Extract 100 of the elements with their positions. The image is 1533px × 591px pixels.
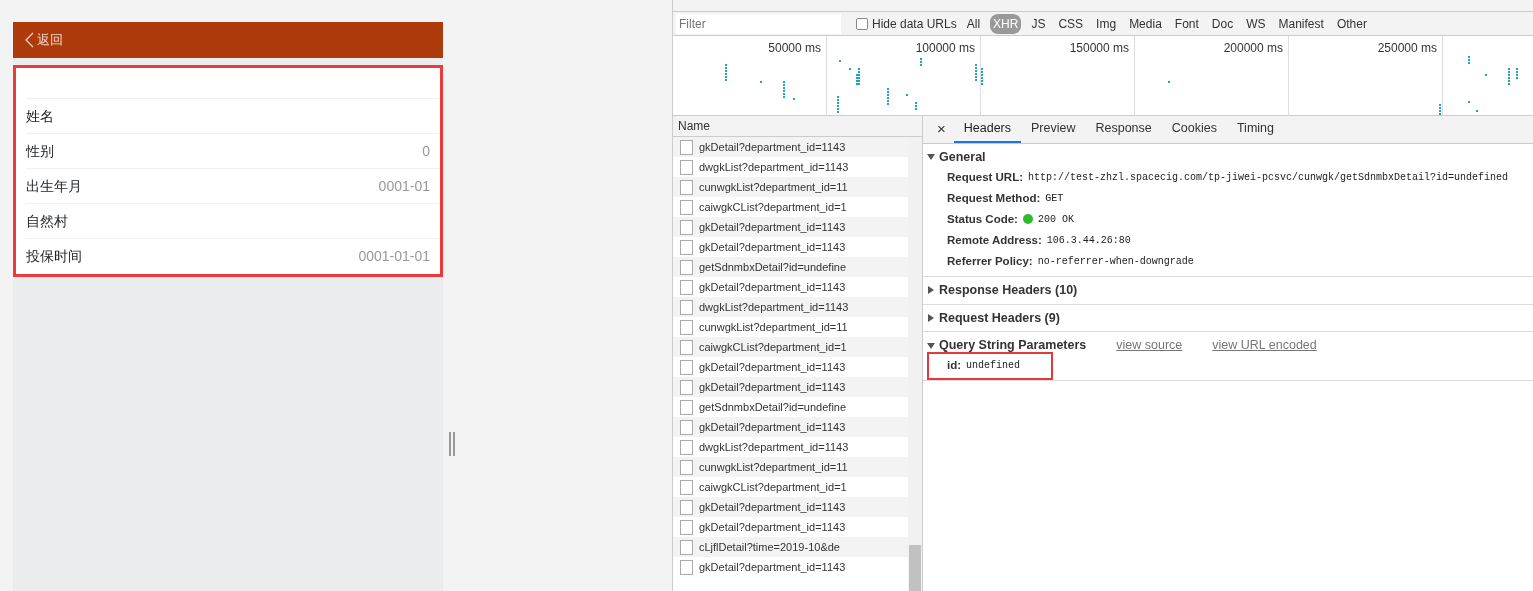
- file-icon: [680, 339, 693, 355]
- type-filter-button[interactable]: Media: [1126, 13, 1165, 34]
- file-icon: [680, 319, 693, 335]
- request-row[interactable]: cunwgkList?department_id=11: [673, 177, 908, 197]
- triangle-right-icon: [927, 313, 935, 322]
- file-icon: [680, 439, 693, 455]
- tick-label: 150000 ms: [1069, 41, 1129, 55]
- field-key: Request URL:: [947, 168, 1024, 186]
- field-key: Status Code:: [947, 210, 1018, 228]
- type-filter-button[interactable]: Doc: [1208, 13, 1237, 34]
- status-dot-icon: [1022, 214, 1033, 225]
- section-toggle[interactable]: Response Headers (10): [927, 280, 1078, 300]
- request-row[interactable]: cunwgkList?department_id=11: [673, 457, 908, 477]
- file-icon: [680, 239, 693, 255]
- type-filter-button[interactable]: JS: [1028, 13, 1049, 34]
- view-link[interactable]: view source: [1116, 336, 1183, 355]
- file-icon: [680, 259, 693, 275]
- scrollbar-thumb[interactable]: [909, 545, 921, 591]
- file-icon: [680, 459, 693, 475]
- request-row[interactable]: gkDetail?department_id=1143: [673, 357, 908, 377]
- request-row[interactable]: gkDetail?department_id=1143: [673, 137, 908, 157]
- file-icon: [680, 219, 693, 235]
- field-key: Referrer Policy:: [947, 252, 1033, 270]
- file-icon: [680, 179, 693, 195]
- tick-label: 200000 ms: [1223, 41, 1283, 55]
- field-key: Remote Address:: [947, 231, 1042, 249]
- field-value: GET: [1045, 191, 1064, 206]
- request-row[interactable]: getSdnmbxDetail?id=undefine: [673, 257, 908, 277]
- file-icon: [680, 399, 693, 415]
- column-header: Name: [673, 116, 922, 137]
- request-row[interactable]: caiwgkCList?department_id=1: [673, 337, 908, 357]
- request-row[interactable]: gkDetail?department_id=1143: [673, 417, 908, 437]
- file-icon: [680, 559, 693, 575]
- request-row[interactable]: getSdnmbxDetail?id=undefine: [673, 397, 908, 417]
- file-icon: [680, 359, 693, 375]
- tick-label: 250000 ms: [1377, 41, 1437, 55]
- field-value: undefined: [966, 359, 1021, 373]
- field-label: 投保时间: [26, 247, 82, 266]
- tab[interactable]: Cookies: [1161, 116, 1227, 143]
- section-toggle[interactable]: Query String Parameters: [927, 336, 1087, 355]
- type-filter-button[interactable]: Font: [1171, 13, 1202, 34]
- field-label: 性别: [26, 141, 54, 161]
- request-row[interactable]: dwgkList?department_id=1143: [673, 437, 908, 457]
- tab[interactable]: Response: [1085, 116, 1162, 143]
- field-value: http://test-zhzl.spacecig.com/tp-jiwei-pcsvc/cunwgk/getSdnmbxDetail?id=undefined: [1028, 170, 1509, 185]
- file-icon: [680, 139, 693, 155]
- back-button[interactable]: 返回: [25, 30, 63, 50]
- field-label: 姓名: [26, 106, 54, 126]
- request-row[interactable]: gkDetail?department_id=1143: [673, 497, 908, 517]
- request-row[interactable]: gkDetail?department_id=1143: [673, 217, 908, 237]
- type-filter-button[interactable]: WS: [1243, 13, 1269, 34]
- file-icon: [680, 539, 693, 555]
- triangle-down-icon: [927, 153, 935, 162]
- field-value: 0001-01-01: [358, 247, 430, 266]
- file-icon: [680, 379, 693, 395]
- request-row[interactable]: caiwgkCList?department_id=1: [673, 477, 908, 497]
- file-icon: [680, 479, 693, 495]
- request-row[interactable]: gkDetail?department_id=1143: [673, 517, 908, 537]
- request-row[interactable]: gkDetail?department_id=1143: [673, 277, 908, 297]
- field-value: 0: [422, 141, 430, 161]
- type-filter-button[interactable]: Img: [1093, 13, 1120, 34]
- tab[interactable]: Preview: [1021, 116, 1086, 143]
- type-filter-button[interactable]: Other: [1333, 13, 1370, 34]
- request-row[interactable]: caiwgkCList?department_id=1: [673, 197, 908, 217]
- field-value: 200 OK: [1037, 212, 1074, 227]
- tick-label: 100000 ms: [915, 41, 975, 55]
- triangle-down-icon: [927, 341, 935, 350]
- section-toggle[interactable]: Request Headers (9): [927, 308, 1060, 328]
- close-button[interactable]: ×: [929, 116, 954, 143]
- tick-label: 50000 ms: [768, 41, 821, 55]
- type-filter-button[interactable]: All: [963, 13, 984, 34]
- chevron-left-icon: [25, 32, 34, 48]
- field-value: 106.3.44.26:80: [1046, 233, 1131, 248]
- section-toggle[interactable]: General: [927, 148, 986, 167]
- request-row[interactable]: cunwgkList?department_id=11: [673, 317, 908, 337]
- file-icon: [680, 519, 693, 535]
- field-label: 自然村: [26, 211, 68, 231]
- file-icon: [680, 159, 693, 175]
- field-key: id:: [947, 356, 962, 375]
- field-value: no-referrer-when-downgrade: [1037, 254, 1194, 269]
- type-filter-button[interactable]: Manifest: [1275, 13, 1327, 34]
- file-icon: [680, 299, 693, 315]
- request-row[interactable]: gkDetail?department_id=1143: [673, 557, 908, 577]
- file-icon: [680, 279, 693, 295]
- tab[interactable]: Timing: [1226, 116, 1284, 143]
- view-link[interactable]: view URL encoded: [1212, 336, 1317, 355]
- file-icon: [680, 499, 693, 515]
- field-key: Request Method:: [947, 189, 1041, 207]
- type-filter-button[interactable]: CSS: [1055, 13, 1087, 34]
- request-row[interactable]: dwgkList?department_id=1143: [673, 297, 908, 317]
- request-row[interactable]: gkDetail?department_id=1143: [673, 377, 908, 397]
- field-label: 出生年月: [26, 176, 82, 196]
- filter-field[interactable]: Filter: [676, 13, 841, 34]
- hide-data-urls-checkbox[interactable]: Hide data URLs: [856, 14, 957, 33]
- request-row[interactable]: dwgkList?department_id=1143: [673, 157, 908, 177]
- tab[interactable]: Headers: [953, 116, 1021, 143]
- request-row[interactable]: gkDetail?department_id=1143: [673, 237, 908, 257]
- triangle-right-icon: [927, 286, 935, 295]
- request-row[interactable]: cLjflDetail?time=2019-10&de: [673, 537, 908, 557]
- resize-handle-icon[interactable]: [448, 432, 455, 456]
